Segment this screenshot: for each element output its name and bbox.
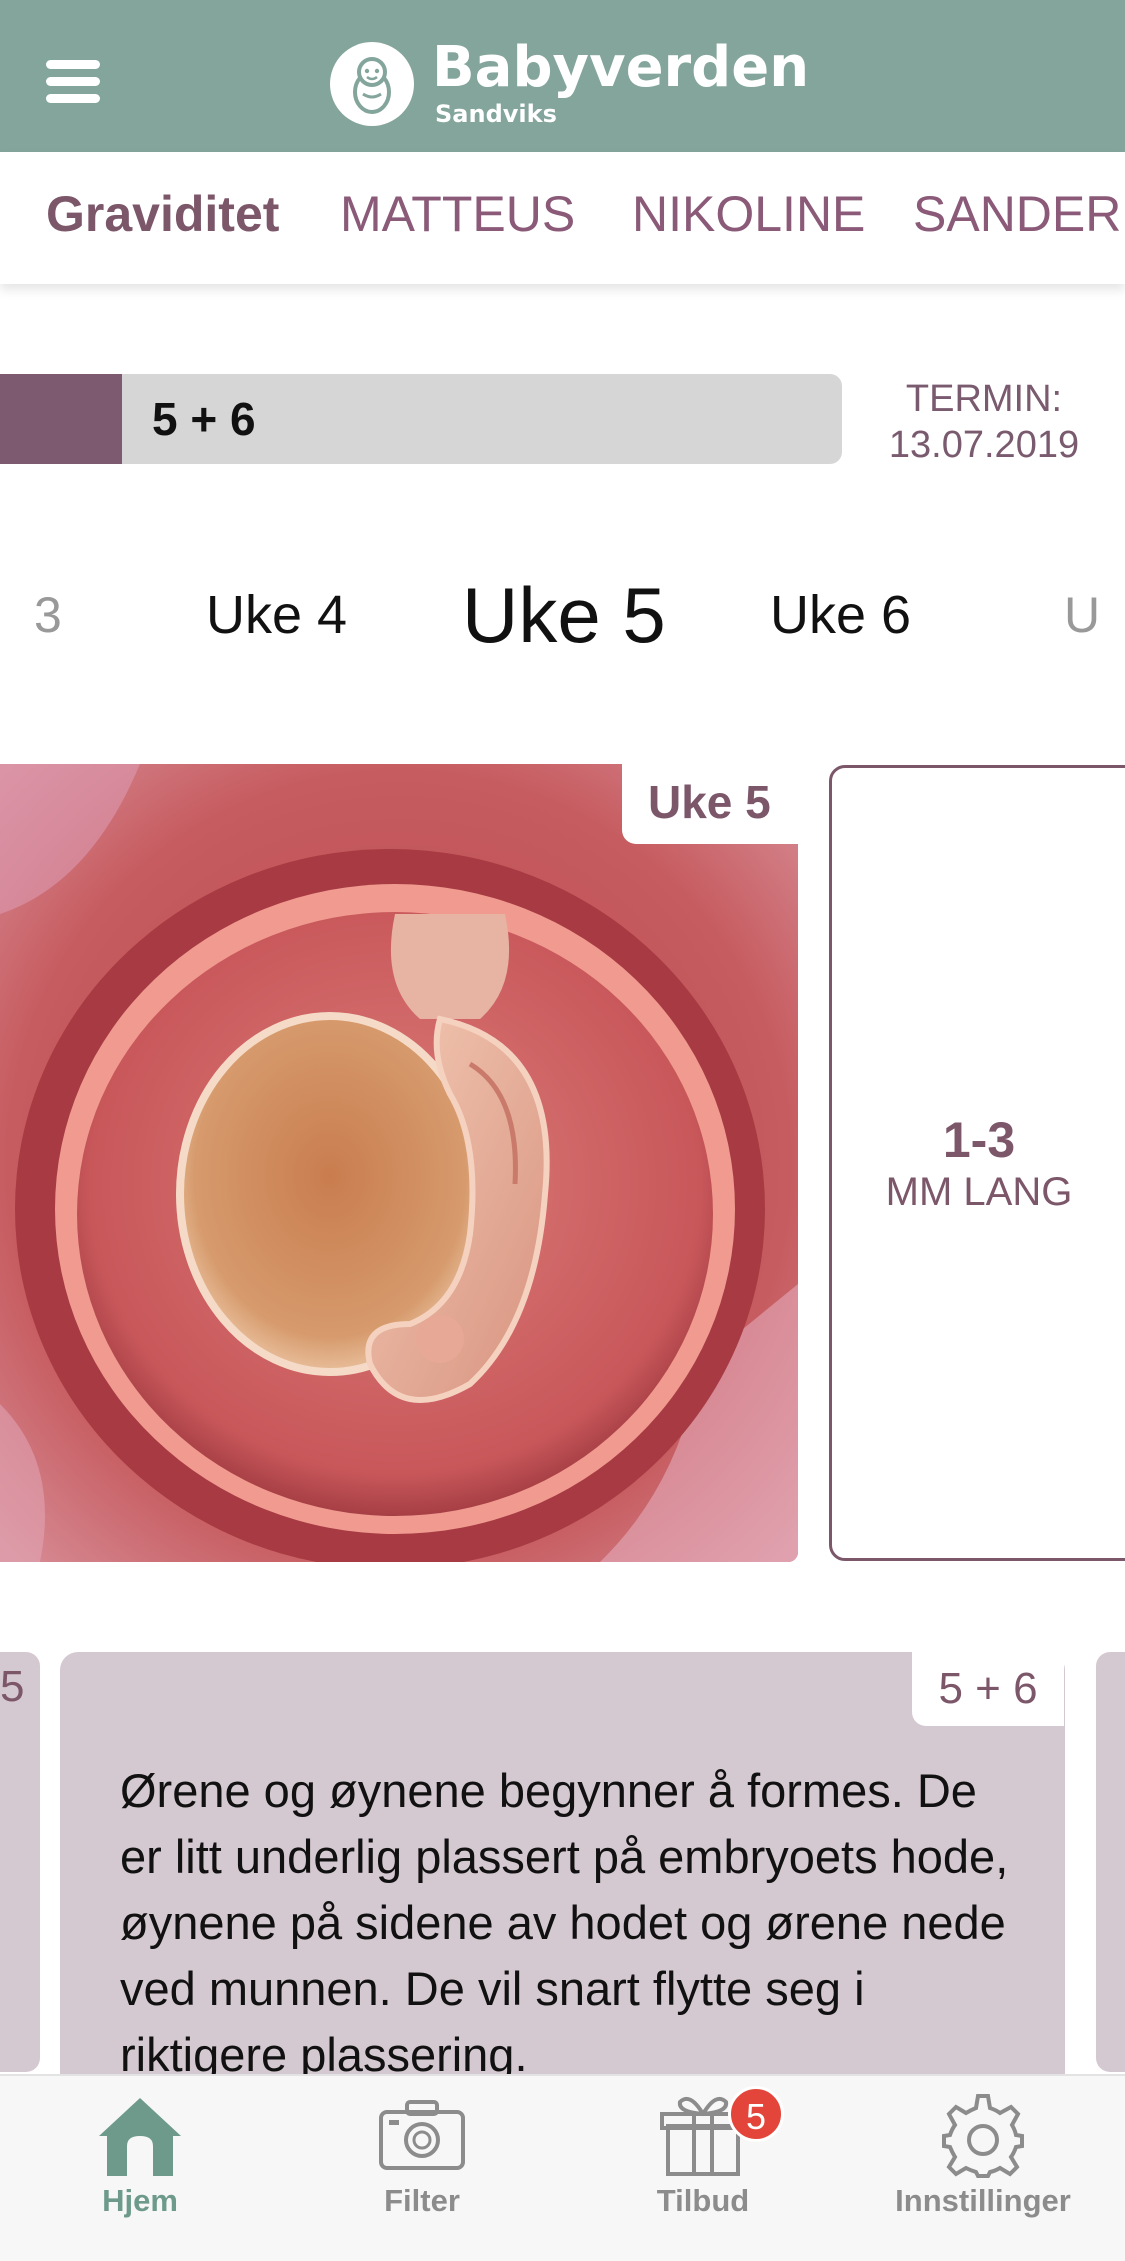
nav-hjem-label: Hjem	[102, 2183, 178, 2218]
brand-title: Babyverden	[432, 35, 810, 100]
week-item-prev[interactable]: Uke 4	[206, 575, 347, 655]
nav-innstillinger-label: Innstillinger	[895, 2183, 1071, 2218]
fact-card-prev[interactable]	[0, 1652, 40, 2072]
pregnancy-progress-bar	[0, 374, 842, 464]
tab-nikoline[interactable]: NIKOLINE	[632, 184, 865, 244]
due-date-label: TERMIN:	[905, 378, 1063, 420]
week-item-current[interactable]: Uke 5	[462, 575, 666, 655]
pregnancy-progress-label: 5 + 6	[152, 393, 256, 445]
nav-filter-label: Filter	[384, 2183, 460, 2218]
profile-tabs: Graviditet MATTEUS NIKOLINE SANDER	[0, 152, 1125, 284]
fact-card-badge-label: 5 + 6	[938, 1664, 1038, 1713]
week-item-next[interactable]: Uke 6	[770, 575, 911, 655]
nav-tilbud[interactable]: Tilbud	[583, 2088, 823, 2248]
embryo-size-value: 1-3	[942, 1112, 1016, 1168]
fact-card-text: Ørene og øynene begynner å formes. De er…	[120, 1764, 1009, 2081]
image-week-badge-label: Uke 5	[648, 776, 771, 828]
nav-hjem[interactable]: Hjem	[20, 2088, 260, 2248]
tab-matteus[interactable]: MATTEUS	[340, 184, 575, 244]
tilbud-count-badge: 5	[728, 2086, 784, 2142]
embryo-size-unit: MM LANG	[885, 1170, 1073, 1214]
week-item-prev2[interactable]: 3	[34, 575, 62, 655]
due-date-value: 13.07.2019	[888, 424, 1080, 466]
tab-graviditet[interactable]: Graviditet	[46, 184, 279, 244]
home-icon	[99, 2098, 181, 2176]
app-header: Babyverden Sandviks	[0, 0, 1125, 152]
pregnancy-progress-fill	[0, 374, 122, 464]
nav-filter[interactable]: Filter	[302, 2088, 542, 2248]
fact-card-prev-badge: 5	[0, 1662, 25, 1711]
due-date: TERMIN: 13.07.2019	[870, 376, 1098, 468]
nav-innstillinger[interactable]: Innstillinger	[863, 2088, 1103, 2248]
brand-subtitle: Sandviks	[435, 100, 557, 128]
hamburger-menu-icon[interactable]	[46, 60, 104, 106]
week-item-next2[interactable]: U	[1064, 575, 1100, 655]
nav-tilbud-label: Tilbud	[656, 2183, 750, 2218]
gear-icon	[942, 2094, 1024, 2178]
embryo-illustration[interactable]	[0, 764, 798, 1562]
fact-card-next[interactable]	[1096, 1652, 1125, 2072]
app-screen: Babyverden Sandviks Graviditet MATTEUS N…	[0, 0, 1125, 2261]
tab-sander[interactable]: SANDER	[913, 184, 1121, 244]
camera-icon	[379, 2100, 465, 2170]
baby-logo-icon	[330, 42, 414, 126]
